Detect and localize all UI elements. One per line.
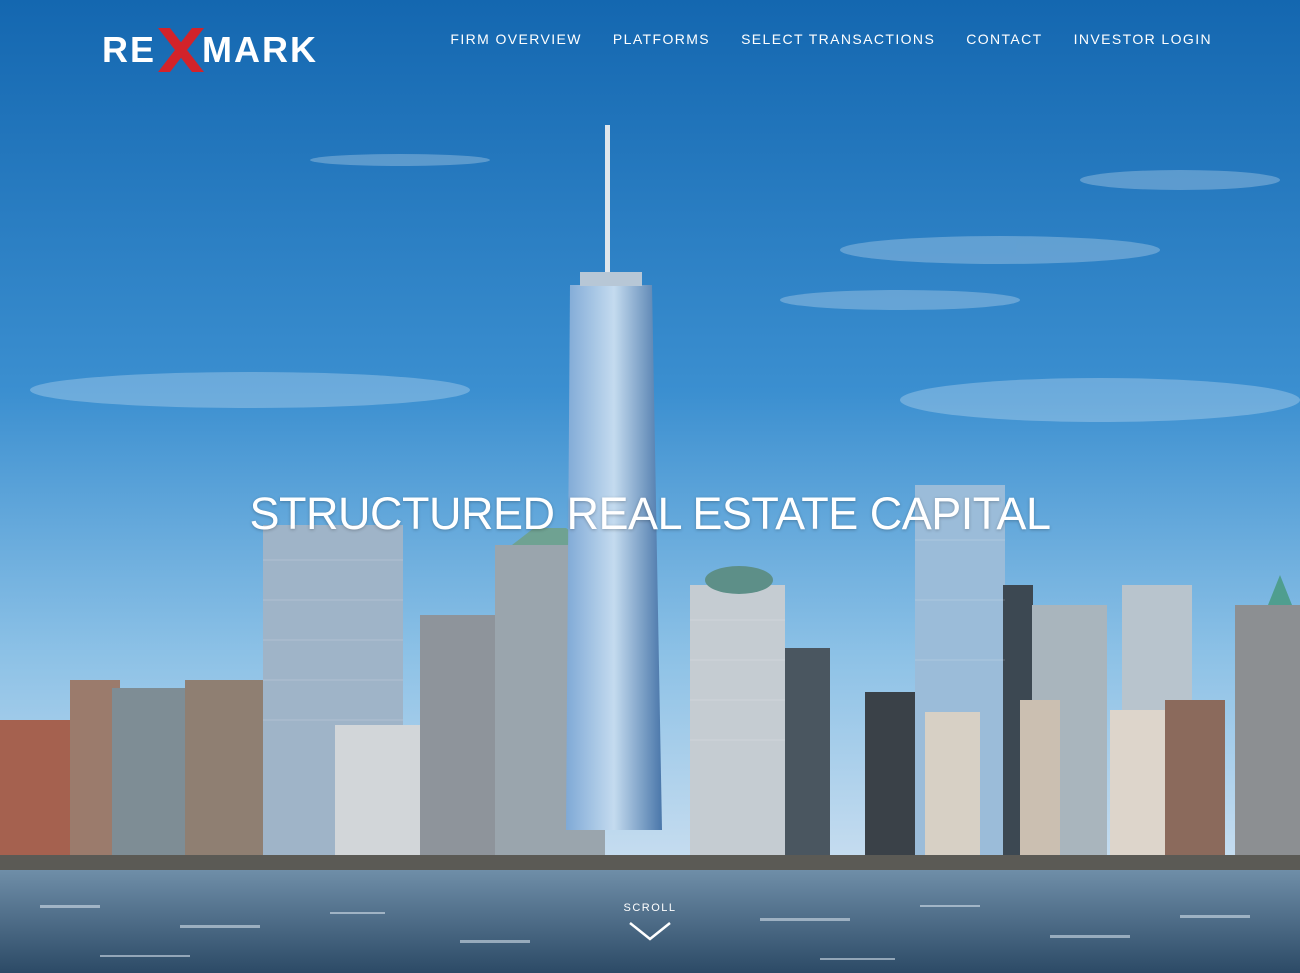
city-skyline-image [0, 0, 1300, 973]
nav-firm-overview[interactable]: FIRM OVERVIEW [450, 30, 582, 48]
scroll-label: SCROLL [623, 902, 677, 914]
hero-background [0, 0, 1300, 973]
nav-select-transactions[interactable]: SELECT TRANSACTIONS [741, 30, 935, 48]
hero-headline: STRUCTURED REAL ESTATE CAPITAL [249, 488, 1051, 539]
main-navigation: FIRM OVERVIEW PLATFORMS SELECT TRANSACTI… [450, 30, 1212, 48]
scroll-indicator[interactable]: SCROLL [600, 902, 700, 942]
nav-platforms[interactable]: PLATFORMS [613, 30, 710, 48]
rexmark-logo[interactable]: RE MARK [102, 28, 362, 72]
nav-contact[interactable]: CONTACT [966, 30, 1042, 48]
logo-x-mark [158, 28, 204, 72]
logo-text-re: RE [102, 29, 157, 70]
chevron-down-icon[interactable] [628, 920, 672, 942]
logo-text-mark: MARK [202, 29, 318, 70]
nav-investor-login[interactable]: INVESTOR LOGIN [1074, 30, 1212, 48]
